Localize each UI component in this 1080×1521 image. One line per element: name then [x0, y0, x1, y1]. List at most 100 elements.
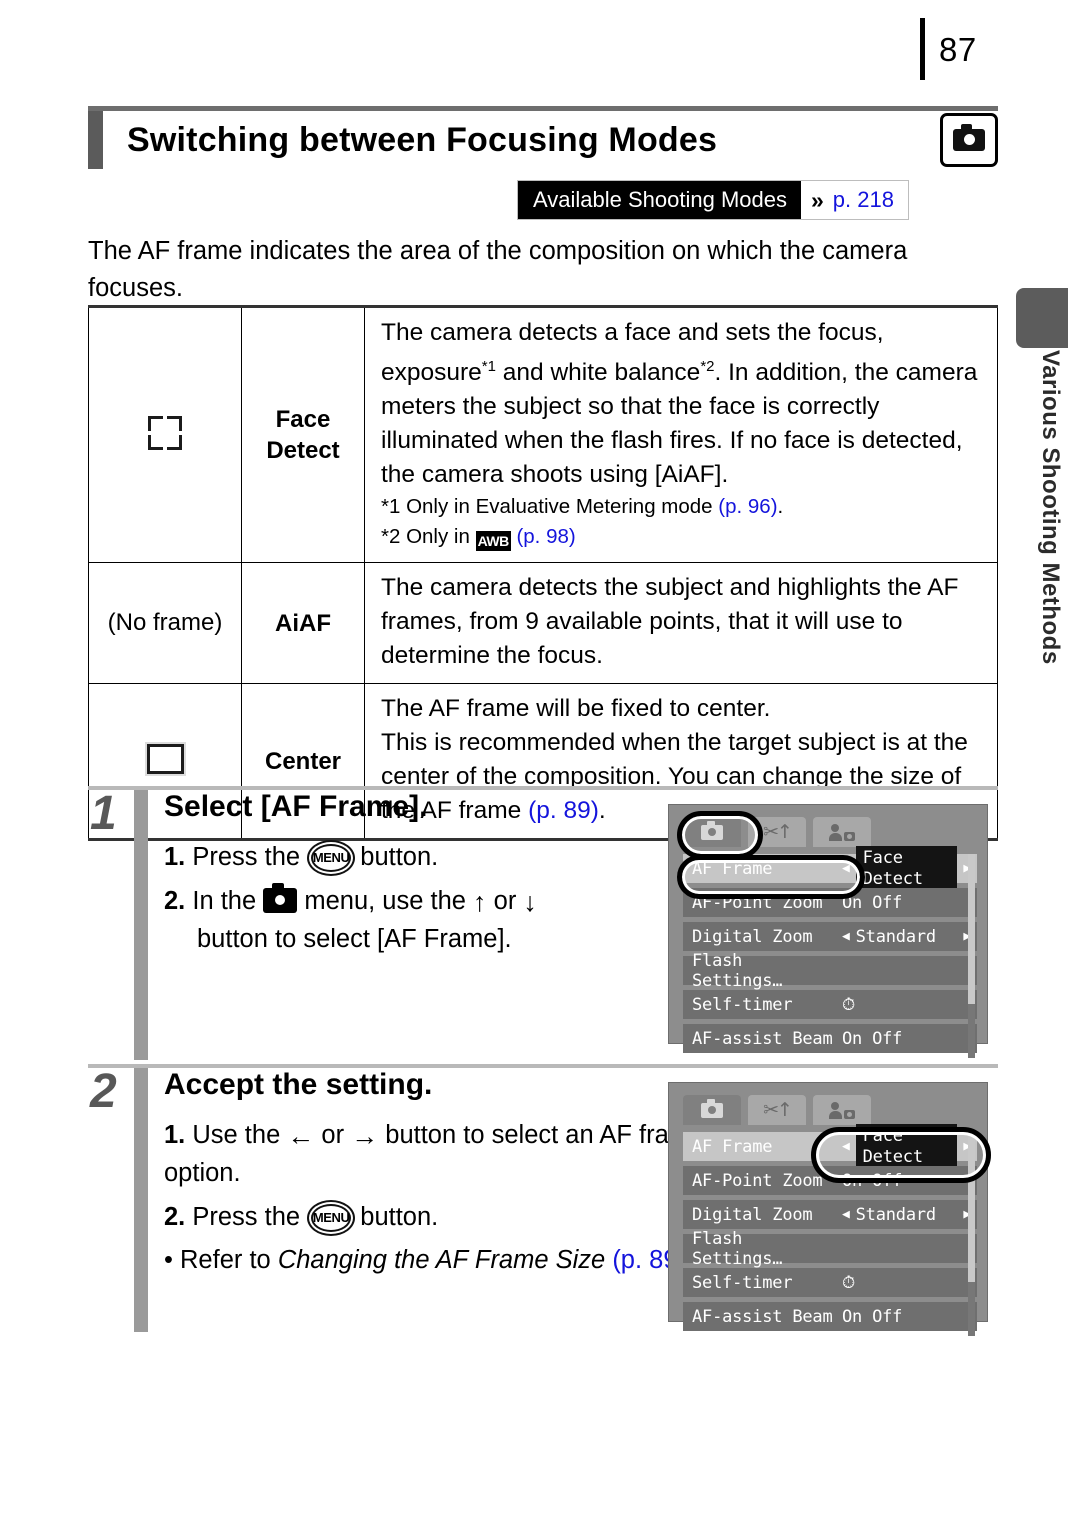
arrow-left-icon[interactable]: ◀: [842, 862, 850, 875]
camera-tab[interactable]: [683, 1095, 741, 1125]
menu-button-icon: MENU: [307, 1200, 356, 1236]
lcd-row-af-point-zoom[interactable]: AF-Point Zoom On Off: [683, 888, 977, 917]
footnote-2-link[interactable]: (p. 98): [516, 525, 575, 548]
lcd-row-label: Flash Settings…: [692, 950, 783, 991]
lcd-row-digital-zoom[interactable]: Digital Zoom ◀Standard▶: [683, 1200, 977, 1229]
camera-tab-icon: [701, 1098, 723, 1118]
page-number: 87: [939, 30, 977, 68]
section-heading: Switching between Focusing Modes: [88, 111, 998, 169]
lcd-row-af-assist-beam[interactable]: AF-assist Beam On Off: [683, 1024, 977, 1053]
lcd-screenshot-2: ✂↑ AF Frame ◀Face Detect▶ AF-Point Zoom …: [668, 1082, 991, 1336]
camera-tab[interactable]: [683, 817, 741, 847]
mode-name-line1: AiAF: [275, 609, 331, 637]
lcd-row-value[interactable]: ◀Face Detect▶: [842, 1123, 971, 1170]
mode-name-line1: Face: [275, 406, 331, 434]
lcd-row-label: AF-assist Beam: [692, 1028, 833, 1049]
step-2-item-1-index: 1.: [164, 1121, 186, 1149]
my-camera-tab[interactable]: [813, 1095, 871, 1125]
lcd-row-af-point-zoom[interactable]: AF-Point Zoom On Off: [683, 1166, 977, 1195]
mode-name-line1: Center: [264, 747, 342, 775]
lcd-value-text: Standard: [855, 1204, 936, 1225]
lcd-row-value[interactable]: On Off: [842, 1029, 971, 1049]
self-timer-icon: ⏱: [842, 1272, 856, 1293]
lcd-row-af-frame[interactable]: AF Frame ◀Face Detect▶: [683, 845, 977, 892]
my-camera-tab[interactable]: [813, 817, 871, 847]
step-2-item-2-after: button.: [353, 1203, 439, 1231]
step-2-item-1: 1. Use the ← or → button to select an AF…: [164, 1116, 724, 1192]
lcd-row-value[interactable]: ◀Standard▶: [842, 927, 971, 947]
footnote-2: *2 Only in AWB (p. 98): [381, 522, 983, 552]
wrench-icon: ✂↑: [763, 1098, 793, 1121]
lcd-row-value[interactable]: ◀Standard▶: [842, 1205, 971, 1225]
step-1-item-2-before: In the: [192, 887, 264, 915]
menu-button-label: MENU: [311, 1204, 352, 1232]
page-reference-link[interactable]: p. 218: [833, 187, 894, 213]
step-2-body: Accept the setting. 1. Use the ← or → bu…: [164, 1068, 724, 1279]
camera-icon: [940, 113, 998, 167]
lcd-row-flash-settings[interactable]: Flash Settings…: [683, 1229, 977, 1269]
bullet-before: Refer to: [180, 1246, 278, 1274]
lcd-row-value[interactable]: On Off: [842, 1307, 971, 1327]
table-cell-mode-name: Face Detect: [241, 304, 365, 564]
footnote-1-link[interactable]: (p. 96): [718, 495, 777, 518]
available-shooting-modes-label: Available Shooting Modes: [518, 181, 801, 219]
menu-button-label: MENU: [311, 844, 352, 872]
arrow-down-icon: ↓: [523, 887, 537, 917]
step-2-title: Accept the setting.: [164, 1068, 433, 1101]
footnote-marker-2: *2: [700, 358, 715, 375]
step-2-item-1-before: Use the: [192, 1121, 288, 1149]
available-shooting-modes-ref[interactable]: » p. 218: [801, 181, 908, 219]
side-tab-label: Various Shooting Methods: [1037, 350, 1064, 665]
lcd-row-self-timer[interactable]: Self-timer ⏱: [683, 990, 977, 1019]
step-1-title: Select [AF Frame].: [164, 790, 428, 823]
mode-description: The camera detects the subject and highl…: [381, 574, 959, 670]
lcd-row-digital-zoom[interactable]: Digital Zoom ◀Standard▶: [683, 922, 977, 951]
mode-description-line1: The AF frame will be fixed to center.: [381, 695, 771, 723]
mode-description: The camera detects a face and sets the f…: [381, 316, 983, 492]
available-shooting-modes-badge[interactable]: Available Shooting Modes » p. 218: [517, 180, 909, 220]
lcd-value-box: Face Detect: [855, 1123, 958, 1170]
lcd-row-value[interactable]: On Off: [842, 893, 971, 913]
step-2: 2 Accept the setting. 1. Use the ← or → …: [88, 1068, 998, 1336]
mode-name-line2: Detect: [266, 437, 340, 465]
lcd-value-box: Face Detect: [855, 845, 958, 892]
lcd-row-self-timer[interactable]: Self-timer ⏱: [683, 1268, 977, 1297]
side-tab-marker: [1016, 288, 1068, 348]
footnote-2-text: *2 Only in: [381, 525, 476, 549]
lcd-row-label: Digital Zoom: [692, 1204, 813, 1225]
lcd-row-af-assist-beam[interactable]: AF-assist Beam On Off: [683, 1302, 977, 1331]
heading-accent-bar: [88, 111, 103, 169]
step-1-item-2-mid: menu, use the: [297, 887, 474, 915]
lcd-scrollbar-thumb[interactable]: [968, 854, 975, 1004]
lcd-row-af-frame[interactable]: AF Frame ◀Face Detect▶: [683, 1123, 977, 1170]
step-2-item-2-before: Press the: [192, 1203, 308, 1231]
lcd-row-value[interactable]: ◀Face Detect▶: [842, 845, 971, 892]
lcd-row-value[interactable]: On Off: [842, 1171, 971, 1191]
step-1: 1 Select [AF Frame]. 1. Press the MENU b…: [88, 790, 998, 1060]
arrow-left-icon[interactable]: ◀: [842, 1208, 850, 1221]
menu-button-icon: MENU: [307, 840, 356, 876]
lcd-menu-rows-2: AF Frame ◀Face Detect▶ AF-Point Zoom On …: [683, 1123, 977, 1336]
lcd-row-flash-settings[interactable]: Flash Settings…: [683, 951, 977, 991]
af-frame-modes-table: Face Detect The camera detects a face an…: [88, 304, 998, 842]
lcd-value-text: Standard: [855, 926, 936, 947]
camera-menu-icon: [263, 883, 298, 913]
lcd-tab-bar: ✂↑: [683, 817, 977, 847]
af-frame-corners-icon: [148, 415, 182, 450]
lcd-scrollbar-thumb[interactable]: [968, 1132, 975, 1282]
step-1-item-1: 1. Press the MENU button.: [164, 838, 724, 876]
step-1-item-1-after: button.: [353, 843, 439, 871]
intro-paragraph: The AF frame indicates the area of the c…: [88, 237, 908, 302]
table-row: (No frame) AiAF The camera detects the s…: [88, 562, 998, 685]
camera-tab-icon: [701, 820, 723, 840]
settings-tab[interactable]: ✂↑: [748, 817, 806, 847]
table-cell-description: The camera detects the subject and highl…: [364, 562, 998, 685]
camera-glyph: [953, 124, 985, 151]
step-1-number: 1: [90, 787, 117, 840]
arrow-left-icon[interactable]: ◀: [842, 930, 850, 943]
page-title: Switching between Focusing Modes: [127, 120, 718, 159]
step-1-item-1-index: 1.: [164, 843, 186, 871]
arrow-left-icon[interactable]: ◀: [842, 1140, 850, 1153]
lcd-row-label: AF-assist Beam: [692, 1306, 833, 1327]
settings-tab[interactable]: ✂↑: [748, 1095, 806, 1125]
